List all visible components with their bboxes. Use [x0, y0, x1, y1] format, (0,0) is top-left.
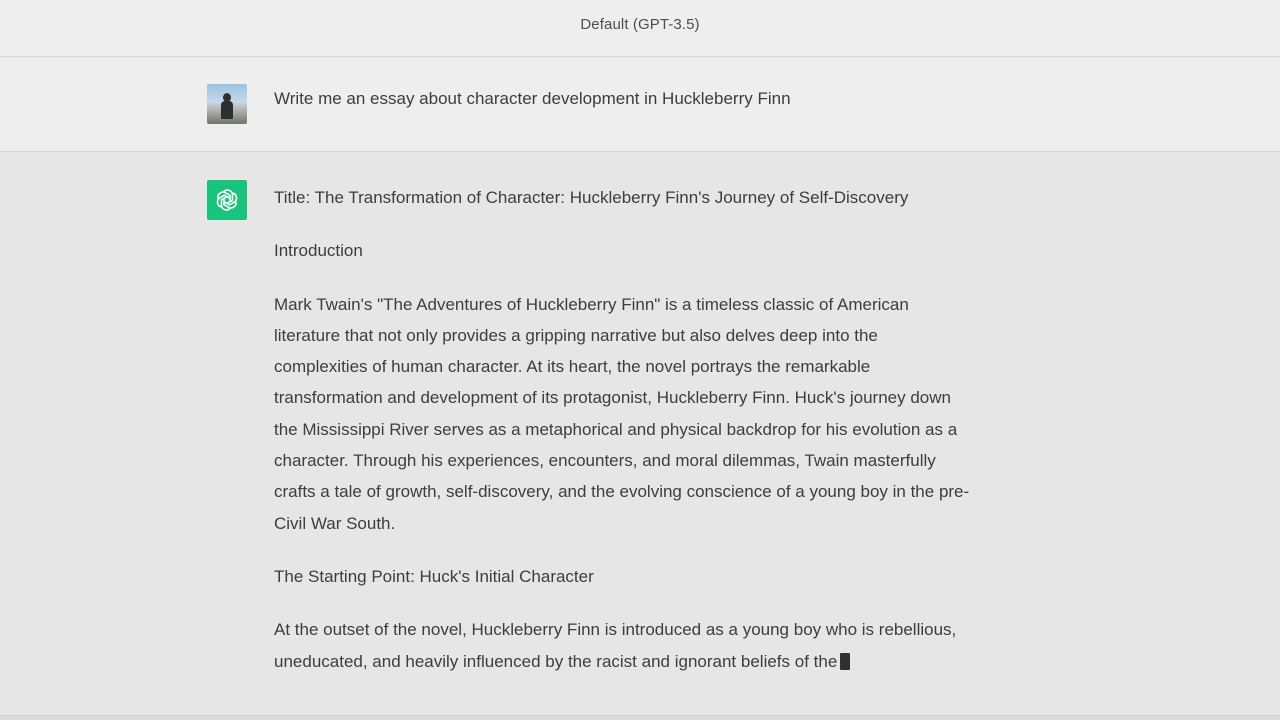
section-line: uneducated, and heavily influenced by th… — [274, 651, 838, 671]
intro-line: character. Through his experiences, enco… — [274, 451, 936, 471]
intro-line: complexities of human character. At its … — [274, 357, 871, 377]
model-label[interactable]: Default (GPT-3.5) — [580, 16, 699, 33]
user-message-row: Write me an essay about character develo… — [0, 58, 1280, 152]
intro-paragraph: Mark Twain's "The Adventures of Hucklebe… — [274, 289, 1014, 539]
user-message-text: Write me an essay about character develo… — [274, 89, 791, 108]
intro-line: transformation and development of its pr… — [274, 388, 951, 408]
bottom-divider — [0, 715, 1280, 720]
section-paragraph: At the outset of the novel, Huckleberry … — [274, 614, 1014, 677]
intro-line: literature that not only provides a grip… — [274, 325, 878, 345]
typing-cursor — [840, 652, 851, 670]
intro-line: Civil War South. — [274, 513, 396, 533]
user-avatar-figure — [221, 93, 233, 119]
assistant-avatar — [207, 180, 247, 220]
intro-line: crafts a tale of growth, self-discovery,… — [274, 482, 970, 502]
assistant-message-content: Title: The Transformation of Character: … — [274, 182, 1014, 699]
intro-line: Mark Twain's "The Adventures of Hucklebe… — [274, 294, 909, 314]
section-heading: The Starting Point: Huck's Initial Chara… — [274, 566, 594, 586]
intro-heading: Introduction — [274, 241, 363, 261]
essay-title: Title: The Transformation of Character: … — [274, 188, 909, 207]
openai-logo-icon — [216, 189, 238, 211]
user-avatar — [207, 84, 247, 124]
intro-line: the Mississippi River serves as a metaph… — [274, 419, 958, 439]
section-line: At the outset of the novel, Huckleberry … — [274, 620, 957, 640]
top-bar: Default (GPT-3.5) — [0, 0, 1280, 57]
assistant-message-row: Title: The Transformation of Character: … — [0, 153, 1280, 715]
